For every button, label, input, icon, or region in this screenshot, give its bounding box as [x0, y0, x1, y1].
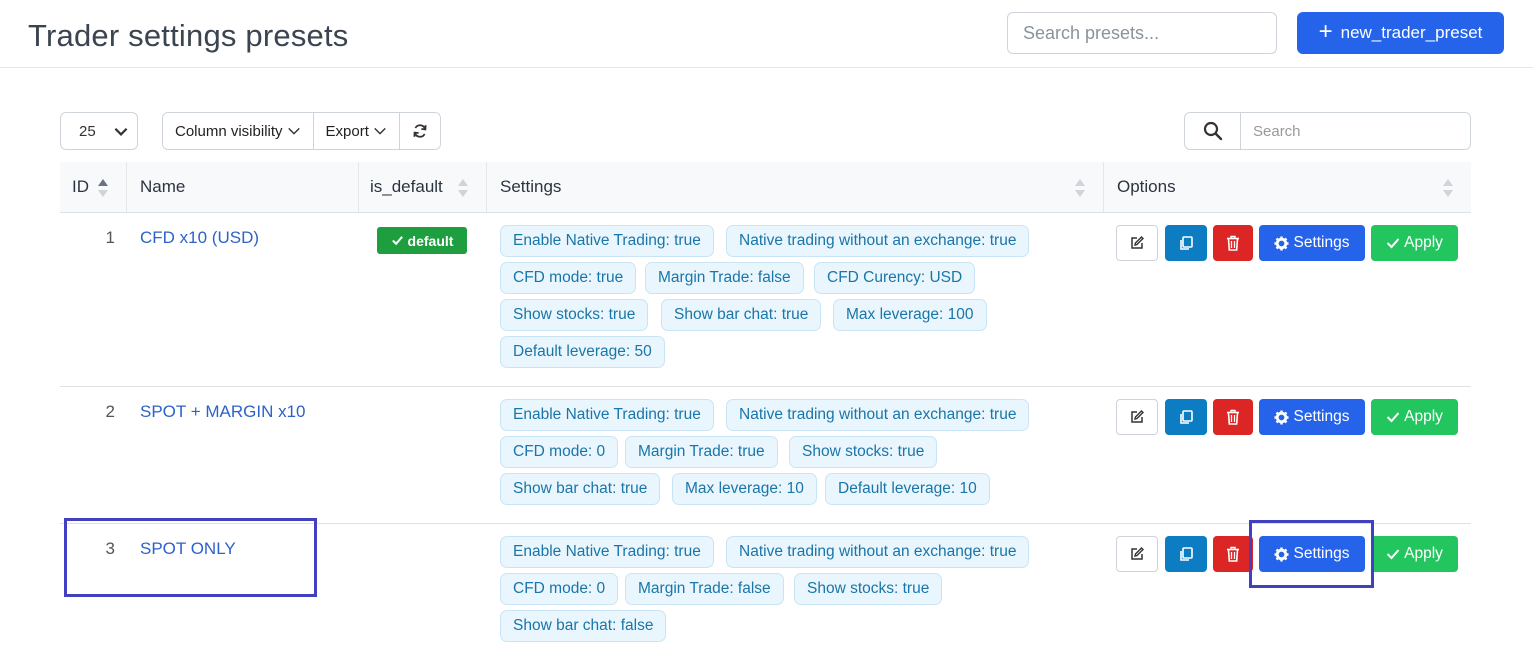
setting-tag: Native trading without an exchange: true: [726, 536, 1030, 568]
setting-tag: Max leverage: 10: [672, 473, 817, 505]
setting-tag: Show bar chat: true: [500, 473, 661, 505]
settings-button[interactable]: Settings: [1259, 536, 1365, 572]
check-icon: [1386, 549, 1400, 560]
setting-tag: CFD mode: 0: [500, 436, 619, 468]
copy-button[interactable]: [1165, 399, 1207, 435]
export-label: Export: [325, 122, 369, 140]
setting-tag: Default leverage: 10: [825, 473, 990, 505]
trash-icon: [1227, 546, 1239, 562]
row-actions: Settings Apply: [1116, 536, 1476, 572]
new-trader-preset-label: new_trader_preset: [1340, 23, 1483, 42]
setting-tag: Margin Trade: false: [645, 262, 804, 294]
row-id: 3: [105, 539, 115, 558]
plus-icon: +: [1318, 18, 1333, 45]
column-visibility-button[interactable]: Column visibility: [163, 113, 314, 149]
table-search: [1184, 112, 1471, 150]
gear-icon: [1274, 546, 1290, 562]
delete-button[interactable]: [1213, 536, 1253, 572]
column-header-id[interactable]: ID: [72, 162, 126, 212]
preset-name-link[interactable]: CFD x10 (USD): [140, 228, 259, 248]
sort-icon: [458, 179, 468, 197]
setting-tag: CFD Curency: USD: [814, 262, 976, 294]
check-icon: [1386, 412, 1400, 423]
column-header-settings[interactable]: Settings: [486, 162, 1103, 212]
preset-name-link[interactable]: SPOT ONLY: [140, 539, 236, 559]
search-icon[interactable]: [1185, 113, 1241, 149]
refresh-button[interactable]: [399, 113, 440, 149]
setting-tag: Show stocks: true: [500, 299, 649, 331]
setting-tag: Native trading without an exchange: true: [726, 225, 1030, 257]
setting-tag: Show stocks: true: [789, 436, 938, 468]
setting-tag: Show bar chat: false: [500, 610, 667, 642]
table-header: ID Name is_default Settings Options: [60, 162, 1471, 213]
chevron-down-icon: [287, 127, 300, 135]
column-visibility-label: Column visibility: [175, 122, 283, 140]
setting-tag: CFD mode: true: [500, 262, 637, 294]
row-actions: Settings Apply: [1116, 225, 1476, 261]
trash-icon: [1227, 235, 1239, 251]
settings-button[interactable]: Settings: [1259, 225, 1365, 261]
edit-button[interactable]: [1116, 536, 1158, 572]
setting-tag: Margin Trade: true: [625, 436, 778, 468]
table-row: 2 SPOT + MARGIN x10 Enable Native Tradin…: [60, 387, 1471, 524]
page-length-value: 25: [79, 122, 96, 140]
apply-button[interactable]: Apply: [1371, 225, 1458, 261]
table-search-input[interactable]: [1241, 113, 1470, 149]
table-button-group: Column visibility Export: [162, 112, 441, 150]
setting-tag: CFD mode: 0: [500, 573, 619, 605]
setting-tag: Margin Trade: false: [625, 573, 784, 605]
chevron-down-icon: [374, 127, 386, 135]
copy-icon: [1180, 410, 1193, 424]
edit-icon: [1131, 236, 1144, 249]
column-header-is-default[interactable]: is_default: [358, 162, 486, 212]
default-badge: default: [377, 227, 467, 254]
setting-tag: Max leverage: 100: [833, 299, 987, 331]
copy-icon: [1180, 547, 1193, 561]
setting-tag: Native trading without an exchange: true: [726, 399, 1030, 431]
chevron-down-icon: [114, 127, 128, 136]
top-bar: Trader settings presets + new_trader_pre…: [0, 0, 1533, 68]
preset-name-link[interactable]: SPOT + MARGIN x10: [140, 402, 305, 422]
sort-asc-icon: [98, 179, 108, 197]
setting-tag: Enable Native Trading: true: [500, 536, 714, 568]
table-row: 3 SPOT ONLY Enable Native Trading: true …: [60, 524, 1471, 655]
trash-icon: [1227, 409, 1239, 425]
setting-tag: Enable Native Trading: true: [500, 225, 714, 257]
settings-button[interactable]: Settings: [1259, 399, 1365, 435]
preset-search-input[interactable]: [1007, 12, 1277, 54]
gear-icon: [1274, 409, 1290, 425]
check-icon: [1386, 238, 1400, 249]
edit-icon: [1131, 547, 1144, 560]
new-trader-preset-button[interactable]: + new_trader_preset: [1297, 12, 1504, 54]
export-button[interactable]: Export: [313, 113, 400, 149]
page-length-select[interactable]: 25: [60, 112, 138, 150]
delete-button[interactable]: [1213, 399, 1253, 435]
page-title: Trader settings presets: [28, 18, 349, 53]
setting-tag: Enable Native Trading: true: [500, 399, 714, 431]
setting-tag: Show stocks: true: [794, 573, 943, 605]
delete-button[interactable]: [1213, 225, 1253, 261]
sort-icon: [1075, 179, 1085, 197]
copy-button[interactable]: [1165, 225, 1207, 261]
edit-button[interactable]: [1116, 225, 1158, 261]
row-actions: Settings Apply: [1116, 399, 1476, 435]
check-icon: [391, 236, 403, 246]
refresh-icon: [413, 124, 427, 138]
setting-tag: Show bar chat: true: [661, 299, 822, 331]
row-id: 1: [105, 228, 115, 247]
copy-icon: [1180, 236, 1193, 250]
sort-icon: [1443, 179, 1453, 197]
setting-tag: Default leverage: 50: [500, 336, 665, 368]
edit-button[interactable]: [1116, 399, 1158, 435]
apply-button[interactable]: Apply: [1371, 536, 1458, 572]
apply-button[interactable]: Apply: [1371, 399, 1458, 435]
copy-button[interactable]: [1165, 536, 1207, 572]
table-row: 1 CFD x10 (USD) default Enable Native Tr…: [60, 213, 1471, 387]
edit-icon: [1131, 410, 1144, 423]
column-header-name[interactable]: Name: [126, 162, 359, 212]
column-header-options[interactable]: Options: [1103, 162, 1471, 212]
gear-icon: [1274, 235, 1290, 251]
row-id: 2: [105, 402, 115, 421]
